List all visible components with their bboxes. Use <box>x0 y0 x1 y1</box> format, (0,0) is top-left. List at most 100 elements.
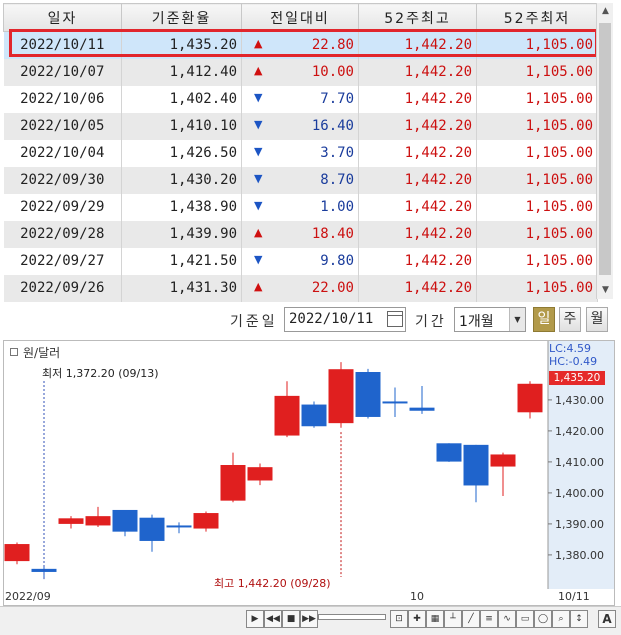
cell-52w-high: 1,442.20 <box>358 166 477 194</box>
ruler-icon[interactable]: ┴ <box>444 610 462 628</box>
fibonacci-icon[interactable]: ≡ <box>480 610 498 628</box>
cell-52w-high: 1,442.20 <box>358 193 477 221</box>
cell-base-rate: 1,439.90 <box>121 220 242 248</box>
cell-change: ▼ 7.70 <box>241 85 359 113</box>
forward-icon[interactable]: ▶▶ <box>300 610 318 628</box>
period-weekly-button[interactable]: 주 <box>559 307 581 332</box>
column-header-52w-high[interactable]: 52주최고 <box>358 3 477 32</box>
chevron-down-icon[interactable]: ▼ <box>509 308 525 331</box>
cell-date: 2022/10/07 <box>3 58 122 86</box>
scrollbar-thumb[interactable] <box>599 23 611 275</box>
hc-indicator: HC:-0.49 <box>549 355 598 368</box>
cell-change-value: 7.70 <box>320 91 354 107</box>
table-row[interactable]: 2022/10/11 1,435.20 ▲ 22.80 1,442.20 1,105.00 <box>3 31 598 59</box>
cell-base-rate: 1,402.40 <box>121 85 242 113</box>
candle-body <box>328 369 354 424</box>
x-axis-label: 10/11 <box>558 590 590 603</box>
cell-date: 2022/10/06 <box>3 85 122 113</box>
cell-date: 2022/10/11 <box>3 31 122 59</box>
candle-body <box>382 401 408 404</box>
cell-date: 2022/09/30 <box>3 166 122 194</box>
cell-base-rate: 1,438.90 <box>121 193 242 221</box>
column-header-change[interactable]: 전일대비 <box>241 3 359 32</box>
cell-52w-low: 1,105.00 <box>476 31 598 59</box>
triangle-up-icon: ▲ <box>254 64 263 77</box>
period-monthly-button[interactable]: 월 <box>586 307 608 332</box>
column-header-date[interactable]: 일자 <box>3 3 122 32</box>
chart-title: 원/달러 <box>10 344 60 361</box>
table-scrollbar[interactable]: ▲ ▼ <box>596 3 613 299</box>
table-row[interactable]: 2022/09/30 1,430.20 ▼ 8.70 1,442.20 1,105.00 <box>3 166 598 194</box>
y-axis-tick-label: 1,430.00 <box>555 394 604 407</box>
candle-body <box>301 404 327 427</box>
rectangle-tool-icon[interactable]: ▭ <box>516 610 534 628</box>
cell-date: 2022/09/29 <box>3 193 122 221</box>
candle-body <box>463 444 489 486</box>
y-axis-tick-label: 1,380.00 <box>555 549 604 562</box>
grid-icon[interactable]: ▦ <box>426 610 444 628</box>
table-row[interactable]: 2022/09/29 1,438.90 ▼ 1.00 1,442.20 1,105.00 <box>3 193 598 221</box>
cell-change: ▲ 18.40 <box>241 220 359 248</box>
column-header-base-rate[interactable]: 기준환율 <box>121 3 242 32</box>
cell-change: ▲ 22.00 <box>241 274 359 302</box>
cell-52w-high: 1,442.20 <box>358 58 477 86</box>
cell-date: 2022/09/27 <box>3 247 122 275</box>
column-header-52w-low[interactable]: 52주최저 <box>476 3 598 32</box>
period-label: 기간 <box>415 314 447 330</box>
cell-date: 2022/09/28 <box>3 220 122 248</box>
cell-base-rate: 1,431.30 <box>121 274 242 302</box>
scroll-icon[interactable]: ↕ <box>570 610 588 628</box>
cell-base-rate: 1,430.20 <box>121 166 242 194</box>
table-row[interactable]: 2022/10/06 1,402.40 ▼ 7.70 1,442.20 1,105.00 <box>3 85 598 113</box>
scroll-up-icon[interactable]: ▲ <box>597 3 614 20</box>
x-axis-label: 2022/09 <box>5 590 51 603</box>
font-size-button[interactable]: A <box>598 610 616 628</box>
indicator-icon[interactable]: ∿ <box>498 610 516 628</box>
table-row[interactable]: 2022/10/07 1,412.40 ▲ 10.00 1,442.20 1,105.00 <box>3 58 598 86</box>
ellipse-tool-icon[interactable]: ◯ <box>534 610 552 628</box>
table-row[interactable]: 2022/10/05 1,410.10 ▼ 16.40 1,442.20 1,105.00 <box>3 112 598 140</box>
cell-change: ▼ 8.70 <box>241 166 359 194</box>
candle-body <box>409 407 435 411</box>
zoom-icon[interactable]: ⌕ <box>552 610 570 628</box>
cell-change-value: 3.70 <box>320 145 354 161</box>
base-date-value: 2022/10/11 <box>289 311 374 327</box>
cell-base-rate: 1,410.10 <box>121 112 242 140</box>
rewind-icon[interactable]: ◀◀ <box>264 610 282 628</box>
candle-body <box>436 443 462 462</box>
play-icon[interactable]: ▶ <box>246 610 264 628</box>
triangle-down-icon: ▼ <box>254 172 263 185</box>
period-select[interactable]: 1개월 ▼ <box>454 307 526 332</box>
scroll-down-icon[interactable]: ▼ <box>597 282 614 299</box>
lc-indicator: LC:4.59 <box>549 342 592 355</box>
chart-zoom-slider[interactable] <box>318 614 386 620</box>
calendar-icon[interactable] <box>387 311 403 327</box>
candle-body <box>220 465 246 501</box>
exchange-rate-table: 일자 기준환율 전일대비 52주최고 52주최저 2022/10/11 1,435… <box>3 3 598 302</box>
period-daily-button[interactable]: 일 <box>533 307 555 332</box>
exchange-rate-chart[interactable]: 1,430.00 1,420.00 1,410.00 1,400.00 1,390.00… <box>3 340 615 606</box>
cell-change-value: 1.00 <box>320 199 354 215</box>
triangle-down-icon: ▼ <box>254 91 263 104</box>
cell-base-rate: 1,421.50 <box>121 247 242 275</box>
table-header-row: 일자 기준환율 전일대비 52주최고 52주최저 <box>3 3 598 32</box>
cell-52w-low: 1,105.00 <box>476 112 598 140</box>
stop-icon[interactable]: ■ <box>282 610 300 628</box>
table-row[interactable]: 2022/09/28 1,439.90 ▲ 18.40 1,442.20 1,105.00 <box>3 220 598 248</box>
crosshair-icon[interactable]: ✚ <box>408 610 426 628</box>
cell-base-rate: 1,435.20 <box>121 31 242 59</box>
base-date-input[interactable]: 2022/10/11 <box>284 307 406 332</box>
triangle-down-icon: ▼ <box>254 253 263 266</box>
cell-base-rate: 1,412.40 <box>121 58 242 86</box>
table-row[interactable]: 2022/09/27 1,421.50 ▼ 9.80 1,442.20 1,105.00 <box>3 247 598 275</box>
candle-body <box>247 467 273 481</box>
current-price-badge: 1,435.20 <box>549 371 605 385</box>
table-row[interactable]: 2022/10/04 1,426.50 ▼ 3.70 1,442.20 1,105.00 <box>3 139 598 167</box>
cell-52w-high: 1,442.20 <box>358 85 477 113</box>
candle-body <box>355 372 381 417</box>
cell-change-value: 16.40 <box>311 118 354 134</box>
pan-icon[interactable]: ⊡ <box>390 610 408 628</box>
candle-body <box>139 517 165 541</box>
line-tool-icon[interactable]: ╱ <box>462 610 480 628</box>
table-row[interactable]: 2022/09/26 1,431.30 ▲ 22.00 1,442.20 1,105.00 <box>3 274 598 302</box>
